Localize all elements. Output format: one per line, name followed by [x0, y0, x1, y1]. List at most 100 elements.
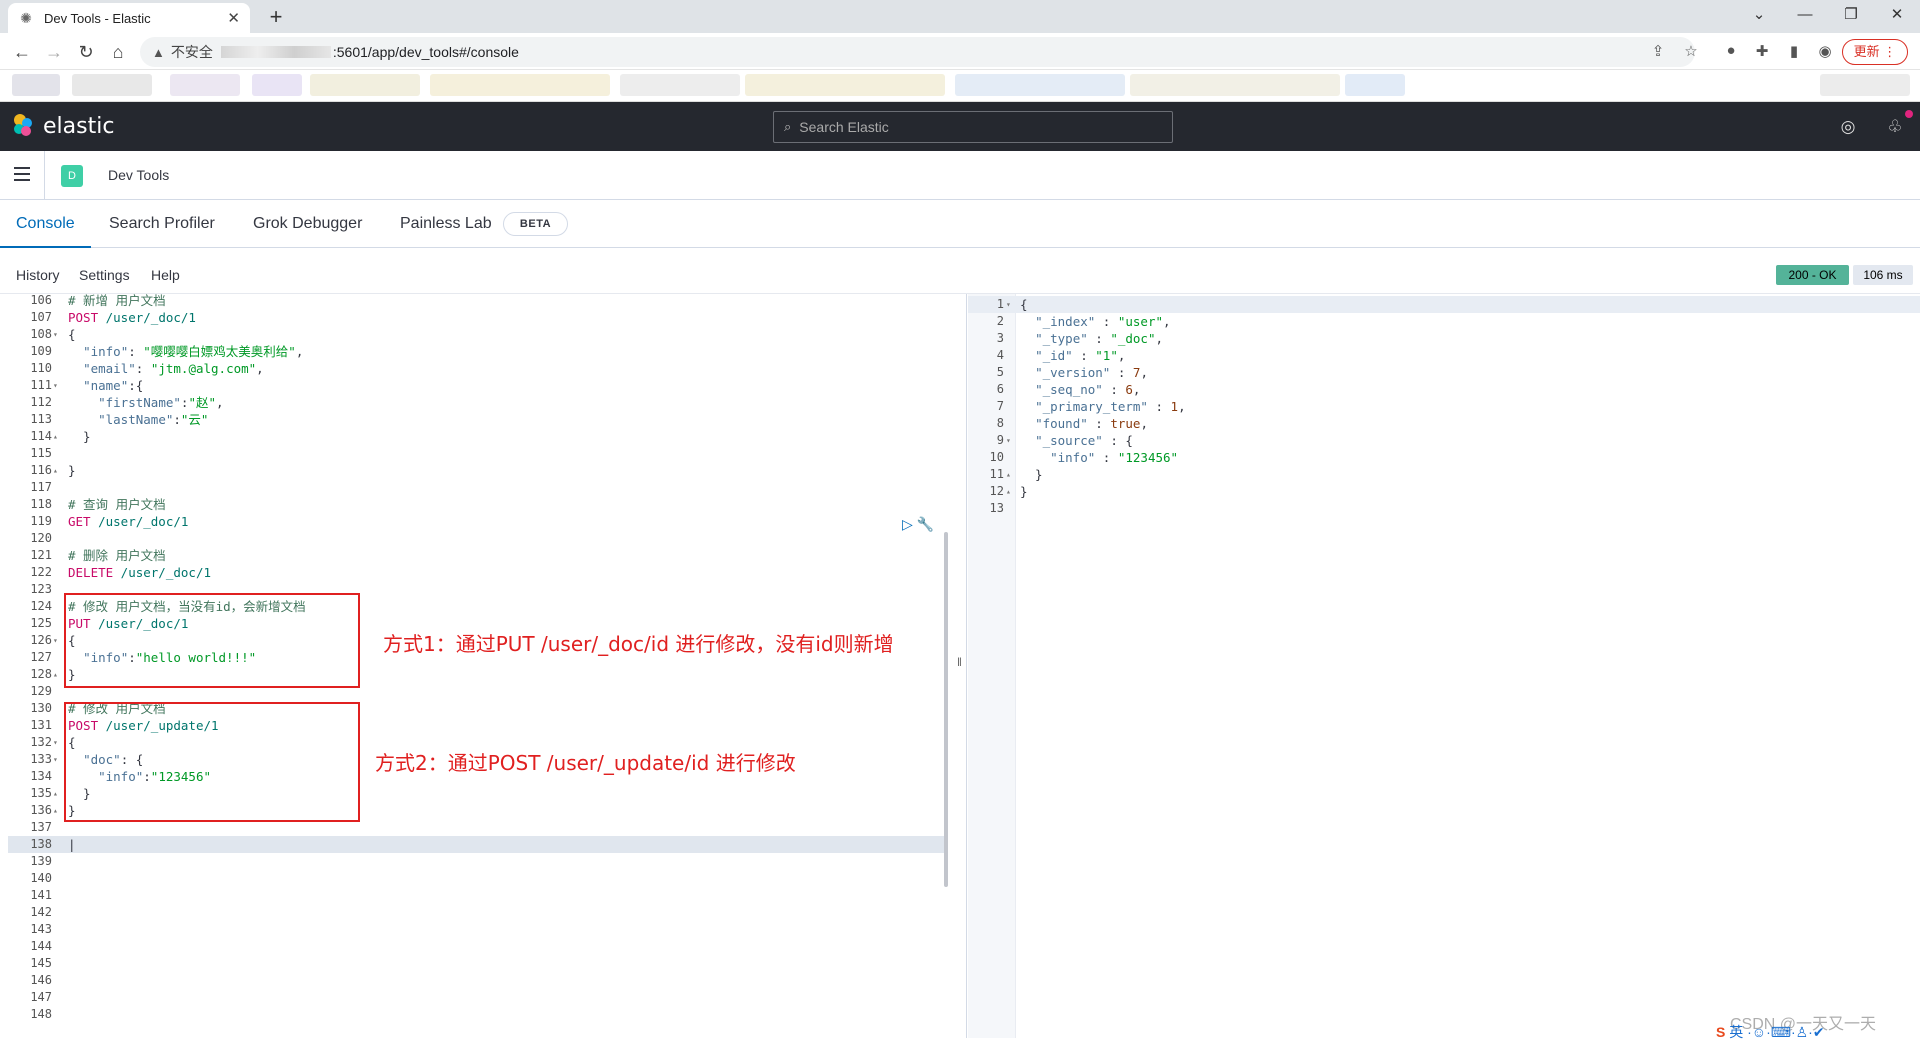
- close-tab-icon[interactable]: ✕: [227, 9, 240, 27]
- line-number: 140: [30, 871, 52, 885]
- tab-painless-lab[interactable]: Painless Lab: [400, 215, 492, 233]
- bookmark-star-icon[interactable]: ☆: [1681, 42, 1701, 60]
- code-line: 144: [8, 938, 945, 955]
- share-icon[interactable]: ⇪: [1648, 42, 1668, 60]
- help-icon[interactable]: ◎: [1837, 117, 1859, 137]
- bookmark-item[interactable]: [1345, 74, 1405, 96]
- minimize-icon[interactable]: —: [1782, 0, 1828, 30]
- bookmark-item[interactable]: [252, 74, 302, 96]
- elastic-brand[interactable]: elastic: [43, 114, 114, 139]
- update-button[interactable]: 更新 ⋮: [1842, 39, 1908, 65]
- browser-tab-title: Dev Tools - Elastic: [44, 10, 151, 26]
- annotation-method2: 方式2：通过POST /user/_update/id 进行修改: [375, 751, 796, 775]
- fold-toggle-icon[interactable]: ▴: [53, 785, 58, 802]
- fold-toggle-icon[interactable]: ▾: [53, 751, 58, 768]
- space-avatar[interactable]: D: [61, 165, 83, 187]
- bookmark-item[interactable]: [955, 74, 1125, 96]
- code-text: POST /user/_doc/1: [68, 310, 196, 325]
- url-input[interactable]: ▲ 不安全 :5601/app/dev_tools#/console: [140, 37, 1695, 67]
- line-number: 126: [30, 633, 52, 647]
- fold-toggle-icon[interactable]: ▴: [53, 462, 58, 479]
- line-number: 3: [996, 331, 1004, 345]
- reload-icon[interactable]: ↻: [74, 40, 98, 64]
- line-number: 141: [30, 888, 52, 902]
- tab-console[interactable]: Console: [16, 215, 75, 233]
- code-text: "name":{: [83, 378, 144, 393]
- fold-toggle-icon[interactable]: ▴: [53, 802, 58, 819]
- line-number: 13: [989, 501, 1004, 515]
- fold-toggle-icon[interactable]: ▾: [53, 632, 58, 649]
- fold-toggle-icon[interactable]: ▾: [53, 326, 58, 343]
- line-number: 113: [30, 412, 52, 426]
- code-text: {: [68, 327, 76, 342]
- breadcrumb-bar: [0, 151, 1920, 200]
- line-number: 142: [30, 905, 52, 919]
- code-line: 3 "_type" : "_doc",: [968, 330, 1920, 347]
- fold-toggle-icon[interactable]: ▾: [53, 377, 58, 394]
- fold-toggle-icon[interactable]: ▾: [1006, 296, 1011, 313]
- line-number: 115: [30, 446, 52, 460]
- bookmark-item[interactable]: [1130, 74, 1340, 96]
- status-badge: 200 - OK: [1776, 265, 1849, 285]
- bookmark-item[interactable]: [310, 74, 420, 96]
- fold-toggle-icon[interactable]: ▾: [53, 734, 58, 751]
- panel-resizer-icon[interactable]: ‖: [957, 655, 962, 669]
- bookmark-item[interactable]: [620, 74, 740, 96]
- bookmark-item[interactable]: [1820, 74, 1910, 96]
- code-line: 6 "_seq_no" : 6,: [968, 381, 1920, 398]
- bookmark-item[interactable]: [12, 74, 60, 96]
- new-tab-icon[interactable]: +: [262, 4, 290, 30]
- line-number: 119: [30, 514, 52, 528]
- wrench-icon[interactable]: 🔧: [917, 516, 934, 532]
- bookmark-item[interactable]: [745, 74, 945, 96]
- line-number: 110: [30, 361, 52, 375]
- code-line: 4 "_id" : "1",: [968, 347, 1920, 364]
- help-button[interactable]: Help: [151, 267, 180, 283]
- back-icon[interactable]: ←: [10, 40, 34, 64]
- editor-scrollbar[interactable]: [944, 532, 948, 887]
- breadcrumb[interactable]: Dev Tools: [108, 167, 169, 183]
- code-text: "_seq_no" : 6,: [1035, 382, 1141, 397]
- browser-tab[interactable]: ✺ Dev Tools - Elastic ✕: [8, 3, 250, 33]
- extension-icon[interactable]: ●: [1721, 42, 1741, 59]
- fold-toggle-icon[interactable]: ▴: [53, 666, 58, 683]
- redacted-host: [220, 46, 331, 58]
- send-request-icon[interactable]: ▷: [902, 516, 913, 532]
- elastic-search-input[interactable]: ⌕ Search Elastic: [773, 111, 1173, 143]
- code-line: 122 DELETE /user/_doc/1: [8, 564, 945, 581]
- tab-search-profiler[interactable]: Search Profiler: [109, 215, 215, 233]
- history-button[interactable]: History: [16, 267, 60, 283]
- bookmark-item[interactable]: [430, 74, 610, 96]
- fold-toggle-icon[interactable]: ▾: [1006, 432, 1011, 449]
- line-number: 143: [30, 922, 52, 936]
- tab-grok-debugger[interactable]: Grok Debugger: [253, 215, 362, 233]
- news-feed-icon[interactable]: ♧: [1884, 117, 1906, 137]
- code-text: # 新增 用户文档: [68, 294, 166, 308]
- elastic-logo-icon[interactable]: [12, 113, 34, 137]
- forward-icon[interactable]: →: [42, 40, 66, 64]
- home-icon[interactable]: ⌂: [106, 40, 130, 64]
- code-line: 5 "_version" : 7,: [968, 364, 1920, 381]
- bookmark-item[interactable]: [170, 74, 240, 96]
- sidepanel-icon[interactable]: ▮: [1784, 42, 1804, 60]
- fold-toggle-icon[interactable]: ▴: [53, 428, 58, 445]
- code-line: 11 ▴ }: [968, 466, 1920, 483]
- settings-button[interactable]: Settings: [79, 267, 130, 283]
- fold-toggle-icon[interactable]: ▴: [1006, 466, 1011, 483]
- profile-icon[interactable]: ◉: [1815, 42, 1835, 60]
- puzzle-icon[interactable]: ✚: [1752, 42, 1772, 60]
- close-window-icon[interactable]: ✕: [1874, 0, 1920, 30]
- line-number: 112: [30, 395, 52, 409]
- line-number: 147: [30, 990, 52, 1004]
- fold-toggle-icon[interactable]: ▴: [1006, 483, 1011, 500]
- code-text: # 查询 用户文档: [68, 497, 166, 512]
- line-number: 132: [30, 735, 52, 749]
- tab-search-icon[interactable]: ⌄: [1736, 0, 1782, 30]
- bookmark-item[interactable]: [72, 74, 152, 96]
- menu-icon[interactable]: [14, 167, 30, 181]
- line-number: 6: [996, 382, 1004, 396]
- code-line: 116 ▴}: [8, 462, 945, 479]
- line-number: 136: [30, 803, 52, 817]
- line-number: 10: [989, 450, 1004, 464]
- restore-icon[interactable]: ❐: [1828, 0, 1874, 30]
